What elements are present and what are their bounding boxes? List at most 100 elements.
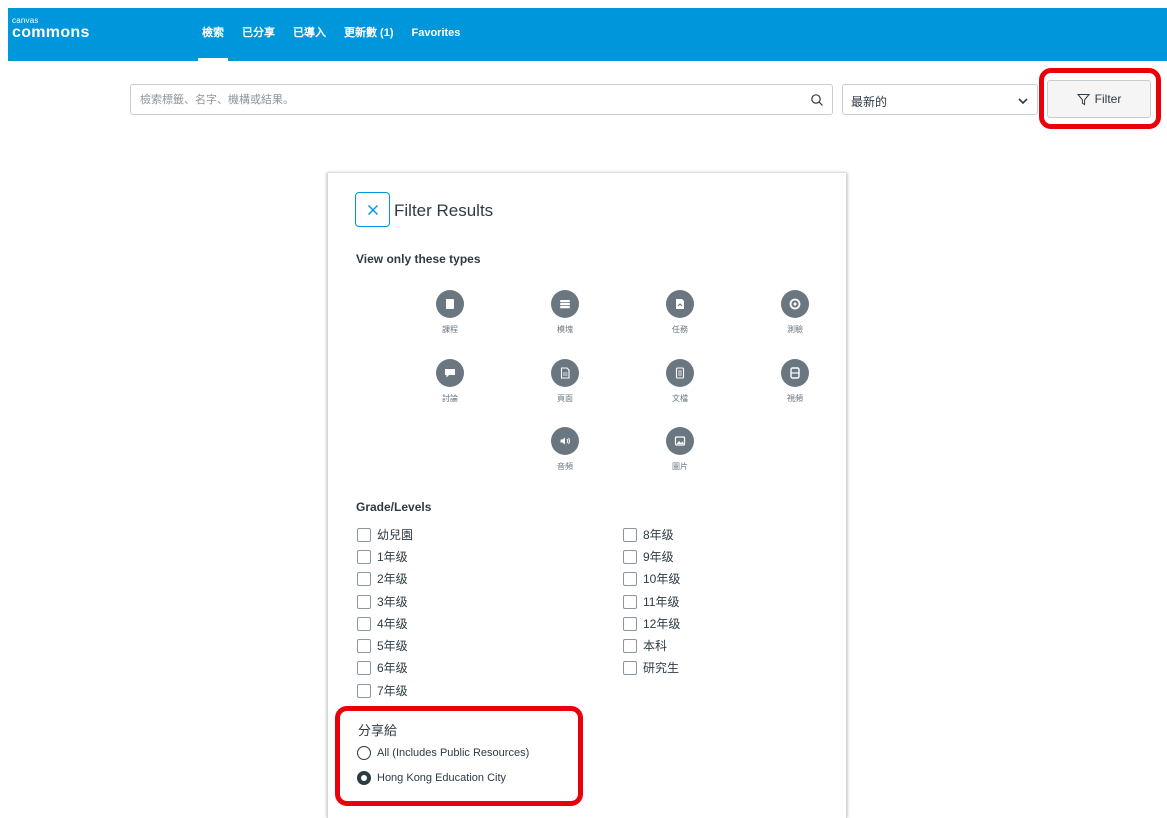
type-label: 測驗: [787, 325, 803, 334]
grade-checkbox-row[interactable]: 1年级: [357, 548, 408, 565]
checkbox[interactable]: [623, 549, 637, 564]
grade-checkbox-row[interactable]: 本科: [623, 637, 667, 654]
grade-checkbox-row[interactable]: 2年级: [357, 570, 408, 587]
type-page[interactable]: 頁面: [535, 359, 595, 404]
grade-checkbox-row[interactable]: 7年级: [357, 682, 408, 699]
checkbox[interactable]: [357, 549, 371, 564]
grade-label: 7年级: [377, 684, 408, 698]
checkbox[interactable]: [623, 660, 637, 675]
image-icon: [666, 427, 694, 455]
grade-checkbox-row[interactable]: 3年级: [357, 593, 408, 610]
type-label: 課程: [442, 325, 458, 334]
search-icon[interactable]: [810, 93, 824, 107]
checkbox[interactable]: [357, 660, 371, 675]
canvas-commons-logo[interactable]: canvas commons: [12, 17, 90, 41]
grade-label: 12年级: [643, 617, 681, 631]
close-icon: [367, 204, 378, 215]
document-icon: [666, 359, 694, 387]
radio-button[interactable]: [357, 746, 371, 760]
grade-checkbox-row[interactable]: 4年级: [357, 615, 408, 632]
type-quiz[interactable]: 測驗: [765, 290, 825, 335]
grade-label: 幼兒園: [377, 528, 414, 542]
panel-title: Filter Results: [394, 201, 494, 220]
nav-tab-shared[interactable]: 已分享: [236, 8, 281, 61]
share-option-label: Hong Kong Education City: [377, 772, 507, 784]
grade-label: 5年级: [377, 639, 408, 653]
type-label: 圖片: [672, 462, 688, 471]
search-box: [130, 84, 833, 115]
checkbox[interactable]: [357, 571, 371, 586]
sort-selected-value: 最新的: [851, 95, 888, 109]
nav-tab-favorites[interactable]: Favorites: [406, 8, 467, 61]
checkbox[interactable]: [357, 527, 371, 542]
type-label: 視頻: [787, 394, 803, 403]
grade-label: 8年级: [643, 528, 674, 542]
discussion-icon: [436, 359, 464, 387]
radio-button-checked[interactable]: [357, 771, 371, 785]
nav-tab-updates[interactable]: 更新數 (1): [338, 8, 400, 61]
type-image[interactable]: 圖片: [650, 427, 710, 472]
type-module[interactable]: 模塊: [535, 290, 595, 335]
quiz-icon: [781, 290, 809, 318]
share-option-label: All (Includes Public Resources): [377, 747, 530, 759]
checkbox[interactable]: [357, 683, 371, 698]
close-filter-button[interactable]: [355, 192, 390, 227]
grade-checkbox-row[interactable]: 幼兒園: [357, 526, 413, 543]
grade-label: 11年级: [643, 595, 680, 609]
checkbox[interactable]: [623, 571, 637, 586]
type-label: 文檔: [672, 394, 688, 403]
chevron-down-icon: [1018, 98, 1028, 105]
checkbox[interactable]: [357, 616, 371, 631]
checkbox[interactable]: [623, 616, 637, 631]
checkbox[interactable]: [623, 527, 637, 542]
logo-big-text: commons: [12, 24, 90, 41]
type-audio[interactable]: 音頻: [535, 427, 595, 472]
checkbox[interactable]: [623, 638, 637, 653]
grade-checkbox-row[interactable]: 12年级: [623, 615, 680, 632]
type-label: 討論: [442, 394, 458, 403]
grade-label: 1年级: [377, 550, 408, 564]
top-nav-bar: canvas commons 檢索 已分享 已導入 更新數 (1) Favori…: [8, 8, 1167, 61]
grade-label: 10年级: [643, 572, 681, 586]
video-icon: [781, 359, 809, 387]
share-heading: 分享給: [358, 723, 398, 738]
grade-checkbox-row[interactable]: 10年级: [623, 570, 680, 587]
type-discussion[interactable]: 討論: [420, 359, 480, 404]
search-input[interactable]: [131, 85, 791, 114]
grade-checkbox-row[interactable]: 8年级: [623, 526, 674, 543]
page-icon: [551, 359, 579, 387]
share-option-hkec[interactable]: Hong Kong Education City: [357, 771, 506, 785]
filter-icon: [1076, 93, 1090, 105]
grade-checkbox-row[interactable]: 6年级: [357, 659, 408, 676]
grade-label: 研究生: [643, 661, 680, 675]
audio-icon: [551, 427, 579, 455]
grade-label: 6年级: [377, 661, 408, 675]
grade-label: 9年级: [643, 550, 674, 564]
type-label: 任務: [672, 325, 688, 334]
grade-checkbox-row[interactable]: 研究生: [623, 659, 679, 676]
checkbox[interactable]: [357, 594, 371, 609]
nav-tab-search[interactable]: 檢索: [196, 8, 230, 61]
assignment-icon: [666, 290, 694, 318]
course-icon: [436, 290, 464, 318]
share-option-all[interactable]: All (Includes Public Resources): [357, 746, 529, 760]
filter-button[interactable]: Filter: [1047, 80, 1151, 118]
main-nav: 檢索 已分享 已導入 更新數 (1) Favorites: [196, 8, 472, 61]
grade-label: 本科: [643, 639, 668, 653]
checkbox[interactable]: [357, 638, 371, 653]
nav-tab-imported[interactable]: 已導入: [287, 8, 332, 61]
checkbox[interactable]: [623, 594, 637, 609]
type-label: 音頻: [557, 462, 573, 471]
grade-checkbox-row[interactable]: 9年级: [623, 548, 674, 565]
type-document[interactable]: 文檔: [650, 359, 710, 404]
grade-checkbox-row[interactable]: 5年级: [357, 637, 408, 654]
type-label: 頁面: [557, 394, 573, 403]
type-video[interactable]: 視頻: [765, 359, 825, 404]
type-course[interactable]: 課程: [420, 290, 480, 335]
grade-label: 4年级: [377, 617, 408, 631]
grades-heading: Grade/Levels: [356, 500, 432, 514]
grade-checkbox-row[interactable]: 11年级: [623, 593, 679, 610]
sort-select[interactable]: 最新的: [842, 84, 1038, 115]
module-icon: [551, 290, 579, 318]
type-assignment[interactable]: 任務: [650, 290, 710, 335]
